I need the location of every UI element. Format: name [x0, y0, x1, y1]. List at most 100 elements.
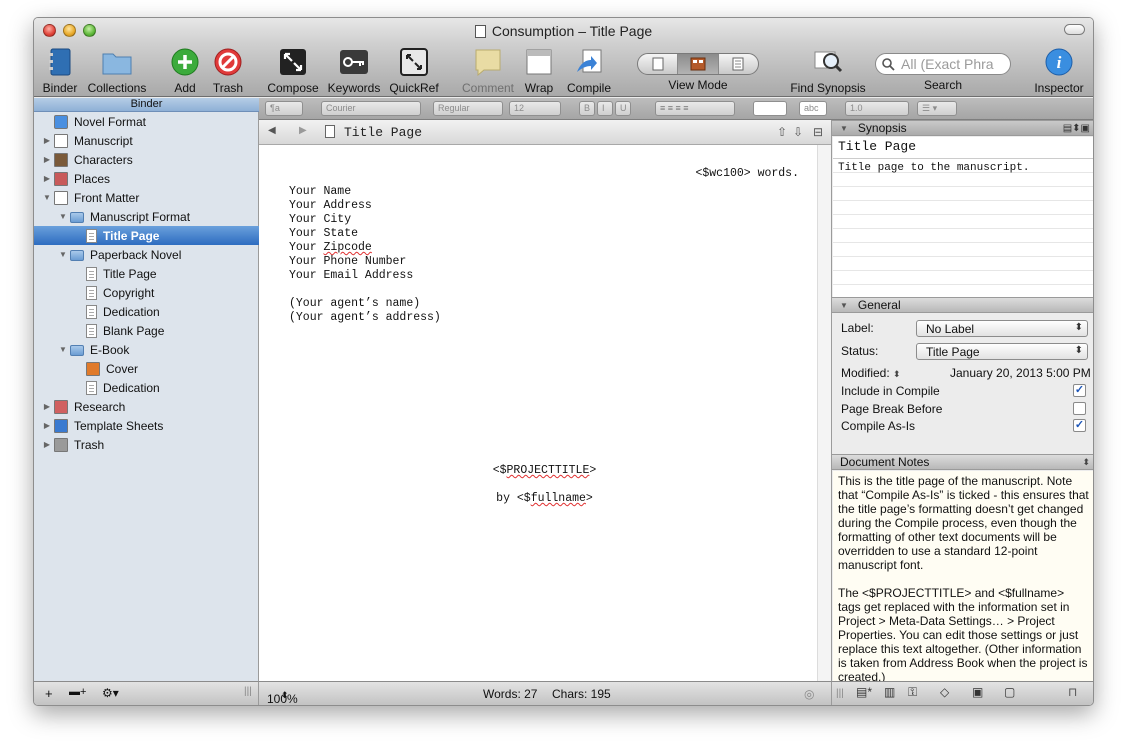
disclosure-triangle[interactable]: ▼ [58, 345, 68, 354]
disclosure-triangle[interactable]: ▶ [42, 421, 52, 430]
page-break-before-checkbox[interactable] [1073, 402, 1086, 415]
synopsis-header[interactable]: ▼ Synopsis ▤⬍▣ [832, 120, 1093, 136]
binder-item[interactable]: ▼ E-Book [34, 340, 259, 359]
custom-metadata-tab-icon[interactable]: ◇ [940, 685, 949, 699]
comment-button[interactable]: Comment [460, 46, 516, 95]
add-button[interactable]: Add [168, 46, 202, 95]
binder-item[interactable]: ▶ Places [34, 169, 259, 188]
search-field[interactable]: All (Exact Phra [875, 53, 1011, 75]
outliner-view-icon[interactable] [719, 54, 758, 74]
synopsis-text[interactable]: Title page to the manuscript. [833, 159, 1093, 296]
document-notes-header[interactable]: Document Notes ⬍ [832, 454, 1093, 470]
font-family-popup[interactable]: Courier [321, 101, 421, 116]
list-popup[interactable]: ☰ ▾ [917, 101, 957, 116]
synopsis-mode-icon[interactable]: ▤⬍▣ [1063, 123, 1090, 134]
search-control[interactable]: All (Exact Phra Search [874, 46, 1012, 92]
inspector-button[interactable]: i Inspector [1032, 46, 1086, 95]
keywords-tab-icon[interactable]: ⚿ [908, 685, 917, 700]
line-spacing-popup[interactable]: 1.0 [845, 101, 909, 116]
resize-handle[interactable]: ||| [244, 686, 252, 697]
synopsis-title[interactable]: Title Page [833, 137, 1093, 159]
split-editor-icon[interactable]: ⊟ [813, 125, 823, 139]
notes-tab-icon[interactable]: ▤* [856, 685, 872, 699]
underline-button[interactable]: U [615, 101, 631, 116]
label-popup[interactable]: No Label [916, 320, 1088, 337]
references-tab-icon[interactable]: ▥ [884, 685, 895, 699]
next-document-icon[interactable]: ⇩ [793, 125, 803, 139]
binder-item[interactable]: ▼ Paperback Novel [34, 245, 259, 264]
document-proxy-icon[interactable] [474, 25, 486, 38]
wrap-button[interactable]: Wrap [522, 46, 556, 95]
bold-button[interactable]: B [579, 101, 595, 116]
trash-button[interactable]: Trash [210, 46, 246, 95]
binder-item[interactable]: Cover [34, 359, 259, 378]
synopsis-box[interactable]: Title Page Title page to the manuscript. [833, 137, 1093, 297]
format-bar: ¶a Courier Regular 12 B I U ≡ ≡ ≡ ≡ abc … [259, 98, 1093, 120]
gear-icon[interactable]: ⚙▾ [102, 686, 119, 700]
back-arrow-icon[interactable]: ◀ [268, 125, 276, 136]
binder-button[interactable]: Binder [40, 46, 80, 95]
binder-item[interactable]: ▶ Manuscript [34, 131, 259, 150]
view-mode-control[interactable]: View Mode [634, 46, 762, 92]
comments-tab-icon[interactable]: ▢ [1004, 685, 1015, 699]
compile-button[interactable]: Compile [564, 46, 614, 95]
zoom-popup[interactable]: 100% ⬍ [267, 687, 298, 705]
disclosure-triangle[interactable]: ▶ [42, 136, 52, 145]
binder-item[interactable]: ▼ Front Matter [34, 188, 259, 207]
compose-button[interactable]: Compose [266, 46, 320, 95]
status-popup[interactable]: Title Page [916, 343, 1088, 360]
corkboard-view-icon[interactable] [678, 54, 719, 74]
disclosure-triangle[interactable]: ▶ [42, 402, 52, 411]
resize-handle[interactable]: ||| [836, 688, 844, 699]
quickref-button[interactable]: QuickRef [388, 46, 440, 95]
binder-item[interactable]: ▶ Characters [34, 150, 259, 169]
target-icon[interactable]: ◎ [804, 687, 814, 701]
forward-arrow-icon[interactable]: ▶ [299, 125, 307, 136]
keywords-button[interactable]: Keywords [326, 46, 382, 95]
add-item-button[interactable]: + [45, 686, 53, 701]
binder-item[interactable]: Title Page [34, 226, 259, 245]
document-notes[interactable]: This is the title page of the manuscript… [833, 471, 1093, 684]
snapshots-tab-icon[interactable]: ▣ [972, 685, 983, 699]
italic-button[interactable]: I [597, 101, 613, 116]
alignment-buttons[interactable]: ≡ ≡ ≡ ≡ [655, 101, 735, 116]
font-weight-popup[interactable]: Regular [433, 101, 503, 116]
document-icon [86, 266, 97, 281]
binder-item[interactable]: Title Page [34, 264, 259, 283]
text-color-well[interactable] [753, 101, 787, 116]
paragraph-style-popup[interactable]: ¶a [265, 101, 303, 116]
editor-scrollbar[interactable] [817, 145, 831, 683]
binder-item[interactable]: Blank Page [34, 321, 259, 340]
collections-button[interactable]: Collections [86, 46, 148, 95]
binder-item[interactable]: ▼ Manuscript Format [34, 207, 259, 226]
binder-item[interactable]: Dedication [34, 302, 259, 321]
toolbar-toggle-button[interactable] [1064, 24, 1085, 35]
lock-icon[interactable]: ⊓ [1068, 685, 1077, 699]
compile-as-is-checkbox[interactable]: ✓ [1073, 419, 1086, 432]
binder-item[interactable]: ▶ Template Sheets [34, 416, 259, 435]
previous-document-icon[interactable]: ⇧ [777, 125, 787, 139]
document-icon[interactable] [325, 125, 335, 141]
disclosure-triangle[interactable]: ▶ [42, 155, 52, 164]
find-synopsis-button[interactable]: Find Synopsis [790, 46, 866, 95]
include-in-compile-checkbox[interactable]: ✓ [1073, 384, 1086, 397]
add-folder-button[interactable]: ▬+ [69, 686, 86, 698]
inspector-bottom-bar: ||| ▤* ▥ ⚿ ◇ ▣ ▢ ⊓ [831, 681, 1093, 705]
highlight-button[interactable]: abc [799, 101, 827, 116]
magnifier-icon [814, 51, 843, 73]
binder-item[interactable]: Dedication [34, 378, 259, 397]
binder-item[interactable]: ▶ Research [34, 397, 259, 416]
binder-item[interactable]: Novel Format [34, 112, 259, 131]
editor-text-area[interactable]: <$wc100> words. <$PROJECTTITLE> by <$ful… [259, 145, 831, 683]
editor-document-title[interactable]: Title Page [344, 125, 422, 140]
scrivenings-view-icon[interactable] [638, 54, 679, 74]
binder-item[interactable]: ▶ Trash [34, 435, 259, 454]
disclosure-triangle[interactable]: ▼ [42, 193, 52, 202]
disclosure-triangle[interactable]: ▶ [42, 174, 52, 183]
binder-item[interactable]: Copyright [34, 283, 259, 302]
disclosure-triangle[interactable]: ▼ [58, 250, 68, 259]
disclosure-triangle[interactable]: ▶ [42, 440, 52, 449]
general-header[interactable]: ▼ General [832, 297, 1093, 313]
disclosure-triangle[interactable]: ▼ [58, 212, 68, 221]
font-size-popup[interactable]: 12 [509, 101, 561, 116]
